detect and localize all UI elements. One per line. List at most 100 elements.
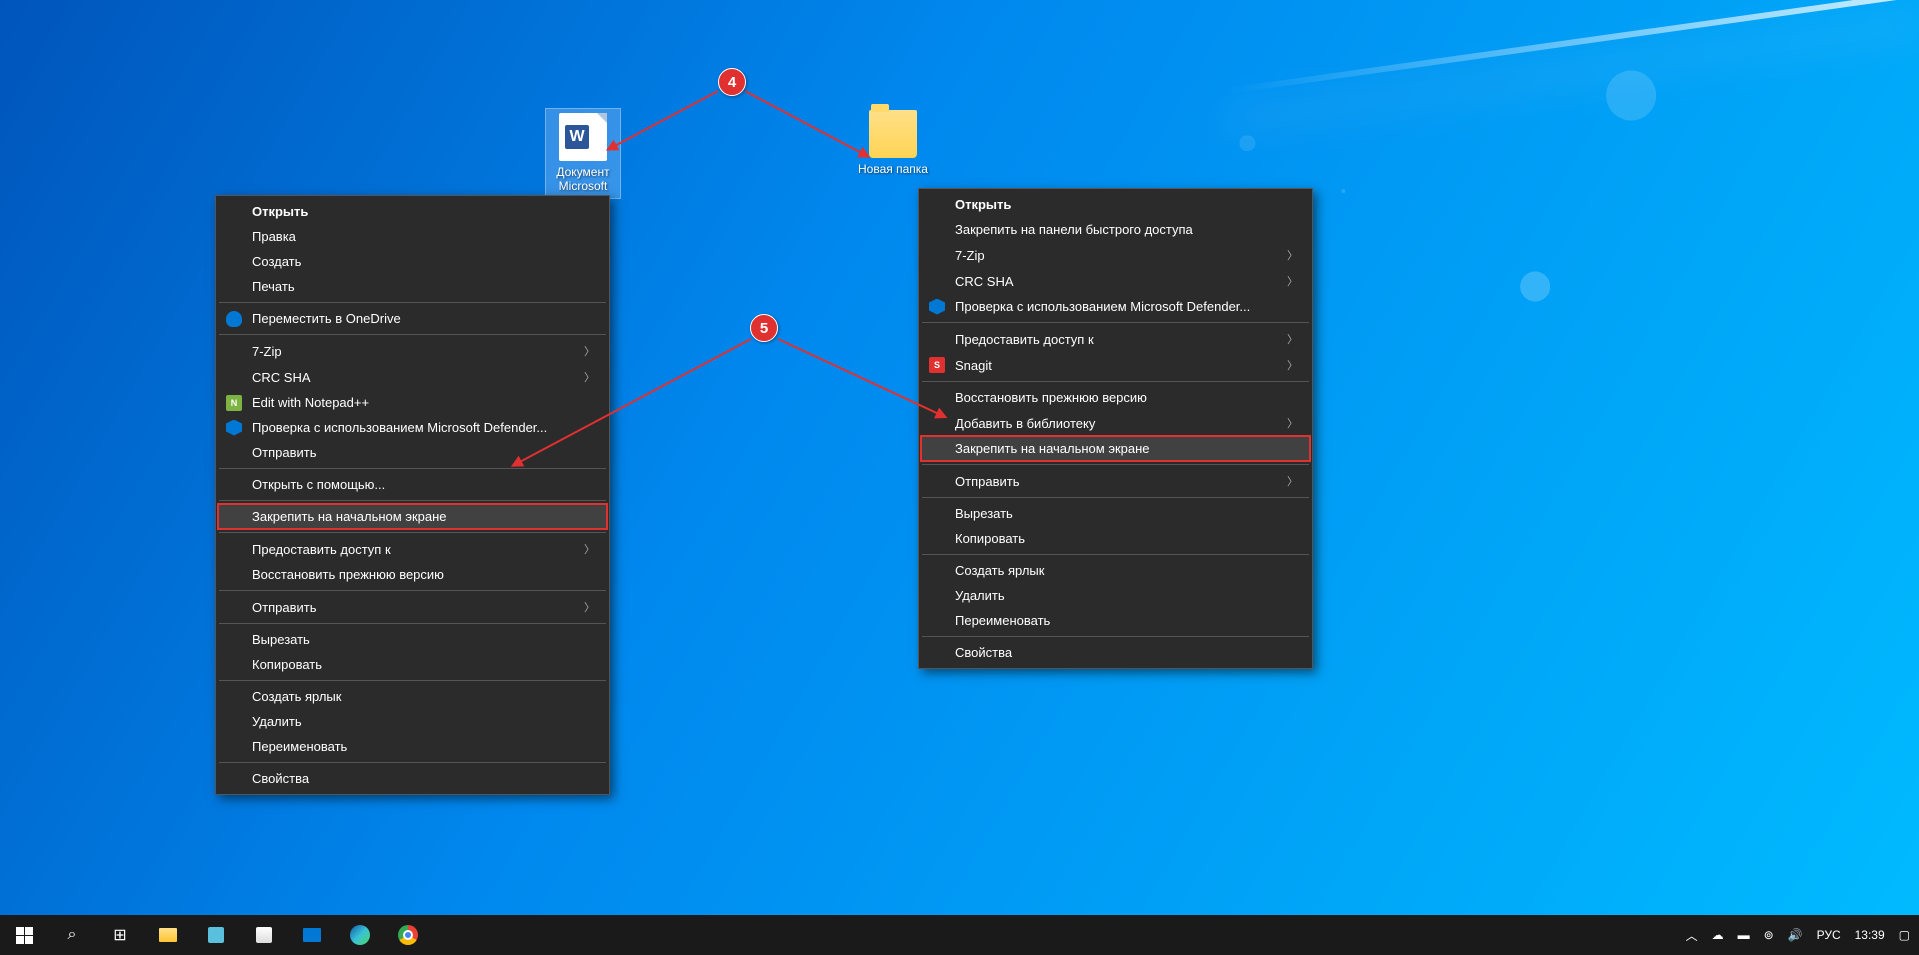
language-indicator[interactable]: РУС [1814,928,1844,942]
taskbar-app-mail[interactable] [288,915,336,955]
menu-item-label: Копировать [955,531,1025,546]
menu-item-cut[interactable]: Вырезать [218,627,607,652]
menu-item-send[interactable]: Отправить [218,440,607,465]
taskbar-app-edge[interactable] [336,915,384,955]
menu-item-7zip[interactable]: 7-Zip〉 [921,242,1310,268]
search-button[interactable]: ⌕ [48,915,96,955]
chevron-right-icon: 〉 [1287,247,1298,263]
menu-item-openwith[interactable]: Открыть с помощью... [218,472,607,497]
chevron-right-icon: 〉 [1287,331,1298,347]
menu-item-create-shortcut[interactable]: Создать ярлык [921,558,1310,583]
menu-item-label: Восстановить прежнюю версию [252,567,444,582]
notepadpp-icon: N [226,395,242,411]
menu-item-pin-to-start[interactable]: Закрепить на начальном экране [218,504,607,529]
menu-item-label: Переименовать [955,613,1050,628]
menu-item-rename[interactable]: Переименовать [921,608,1310,633]
menu-item-label: Закрепить на начальном экране [955,441,1150,456]
menu-item-label: Вырезать [955,506,1013,521]
chevron-right-icon: 〉 [1287,473,1298,489]
menu-item-snagit[interactable]: SSnagit〉 [921,352,1310,378]
taskbar-app-chrome[interactable] [384,915,432,955]
task-view-button[interactable]: ⊞ [96,915,144,955]
menu-item-onedrive[interactable]: Переместить в OneDrive [218,306,607,331]
menu-item-properties[interactable]: Свойства [218,766,607,791]
menu-item-sendto[interactable]: Отправить 〉 [921,468,1310,494]
menu-item-label: Предоставить доступ к [955,332,1094,347]
menu-item-create-shortcut[interactable]: Создать ярлык [218,684,607,709]
taskbar-app[interactable] [192,915,240,955]
chevron-right-icon: 〉 [584,541,595,557]
clock[interactable]: 13:39 [1852,928,1888,942]
start-button[interactable] [0,915,48,955]
store-icon [256,927,272,943]
volume-icon[interactable]: 🔊 [1785,928,1806,942]
menu-item-properties[interactable]: Свойства [921,640,1310,665]
battery-icon[interactable]: ▬ [1735,928,1753,942]
menu-item-crcsha[interactable]: CRC SHA〉 [218,364,607,390]
menu-item-restore-version[interactable]: Восстановить прежнюю версию [218,562,607,587]
menu-separator [219,500,606,501]
menu-item-crcsha[interactable]: CRC SHA〉 [921,268,1310,294]
menu-item-label: Удалить [955,588,1005,603]
menu-item-label: Отправить [955,474,1019,489]
snagit-icon: S [929,357,945,373]
chevron-right-icon: 〉 [584,343,595,359]
menu-item-label: Свойства [955,645,1012,660]
menu-item-add-to-library[interactable]: Добавить в библиотеку〉 [921,410,1310,436]
menu-separator [922,464,1309,465]
menu-item-label: Отправить [252,445,316,460]
menu-item-defender[interactable]: Проверка с использованием Microsoft Defe… [218,415,607,440]
menu-item-edit[interactable]: Правка [218,224,607,249]
chrome-icon [398,925,418,945]
menu-separator [219,468,606,469]
onedrive-tray-icon[interactable]: ☁ [1709,928,1727,942]
menu-item-cut[interactable]: Вырезать [921,501,1310,526]
app-icon [208,927,224,943]
taskbar-app-store[interactable] [240,915,288,955]
shield-icon [929,299,945,315]
menu-item-notepadpp[interactable]: N Edit with Notepad++ [218,390,607,415]
action-center-button[interactable]: ▢ [1896,928,1913,942]
system-tray: ︿ ☁ ▬ ⊚ 🔊 РУС 13:39 ▢ [1683,927,1919,944]
menu-separator [219,302,606,303]
desktop-icon-folder[interactable]: Новая папка [855,110,931,176]
menu-item-label: Переместить в OneDrive [252,311,401,326]
desktop-icon-label: Новая папка [855,162,931,176]
tray-overflow-button[interactable]: ︿ [1683,927,1701,944]
menu-item-label: Свойства [252,771,309,786]
menu-separator [219,334,606,335]
menu-item-open[interactable]: Открыть [921,192,1310,217]
menu-item-label: Создать ярлык [252,689,341,704]
menu-item-open[interactable]: Открыть [218,199,607,224]
menu-separator [219,590,606,591]
menu-item-label: Закрепить на панели быстрого доступа [955,222,1193,237]
menu-item-delete[interactable]: Удалить [218,709,607,734]
wifi-icon[interactable]: ⊚ [1761,928,1777,942]
folder-icon [869,110,917,158]
menu-item-label: Открыть [955,197,1011,212]
word-icon [559,113,607,161]
menu-item-rename[interactable]: Переименовать [218,734,607,759]
menu-item-defender[interactable]: Проверка с использованием Microsoft Defe… [921,294,1310,319]
menu-item-sendto[interactable]: Отправить〉 [218,594,607,620]
context-menu-folder: Открыть Закрепить на панели быстрого дос… [918,188,1313,669]
taskbar-app-explorer[interactable] [144,915,192,955]
menu-item-copy[interactable]: Копировать [921,526,1310,551]
menu-item-create[interactable]: Создать [218,249,607,274]
folder-icon [159,928,177,942]
menu-item-print[interactable]: Печать [218,274,607,299]
menu-item-copy[interactable]: Копировать [218,652,607,677]
menu-item-share-access[interactable]: Предоставить доступ к〉 [218,536,607,562]
menu-item-pin-quick-access[interactable]: Закрепить на панели быстрого доступа [921,217,1310,242]
menu-item-label: Создать ярлык [955,563,1044,578]
menu-separator [219,762,606,763]
menu-item-label: Edit with Notepad++ [252,395,369,410]
taskbar: ⌕ ⊞ ︿ ☁ ▬ ⊚ 🔊 РУС 13:39 ▢ [0,915,1919,955]
menu-item-delete[interactable]: Удалить [921,583,1310,608]
menu-item-restore-version[interactable]: Восстановить прежнюю версию [921,385,1310,410]
menu-item-pin-to-start[interactable]: Закрепить на начальном экране [921,436,1310,461]
menu-item-label: Копировать [252,657,322,672]
menu-item-share-access[interactable]: Предоставить доступ к 〉 [921,326,1310,352]
menu-item-label: Открыть с помощью... [252,477,385,492]
menu-item-7zip[interactable]: 7-Zip〉 [218,338,607,364]
